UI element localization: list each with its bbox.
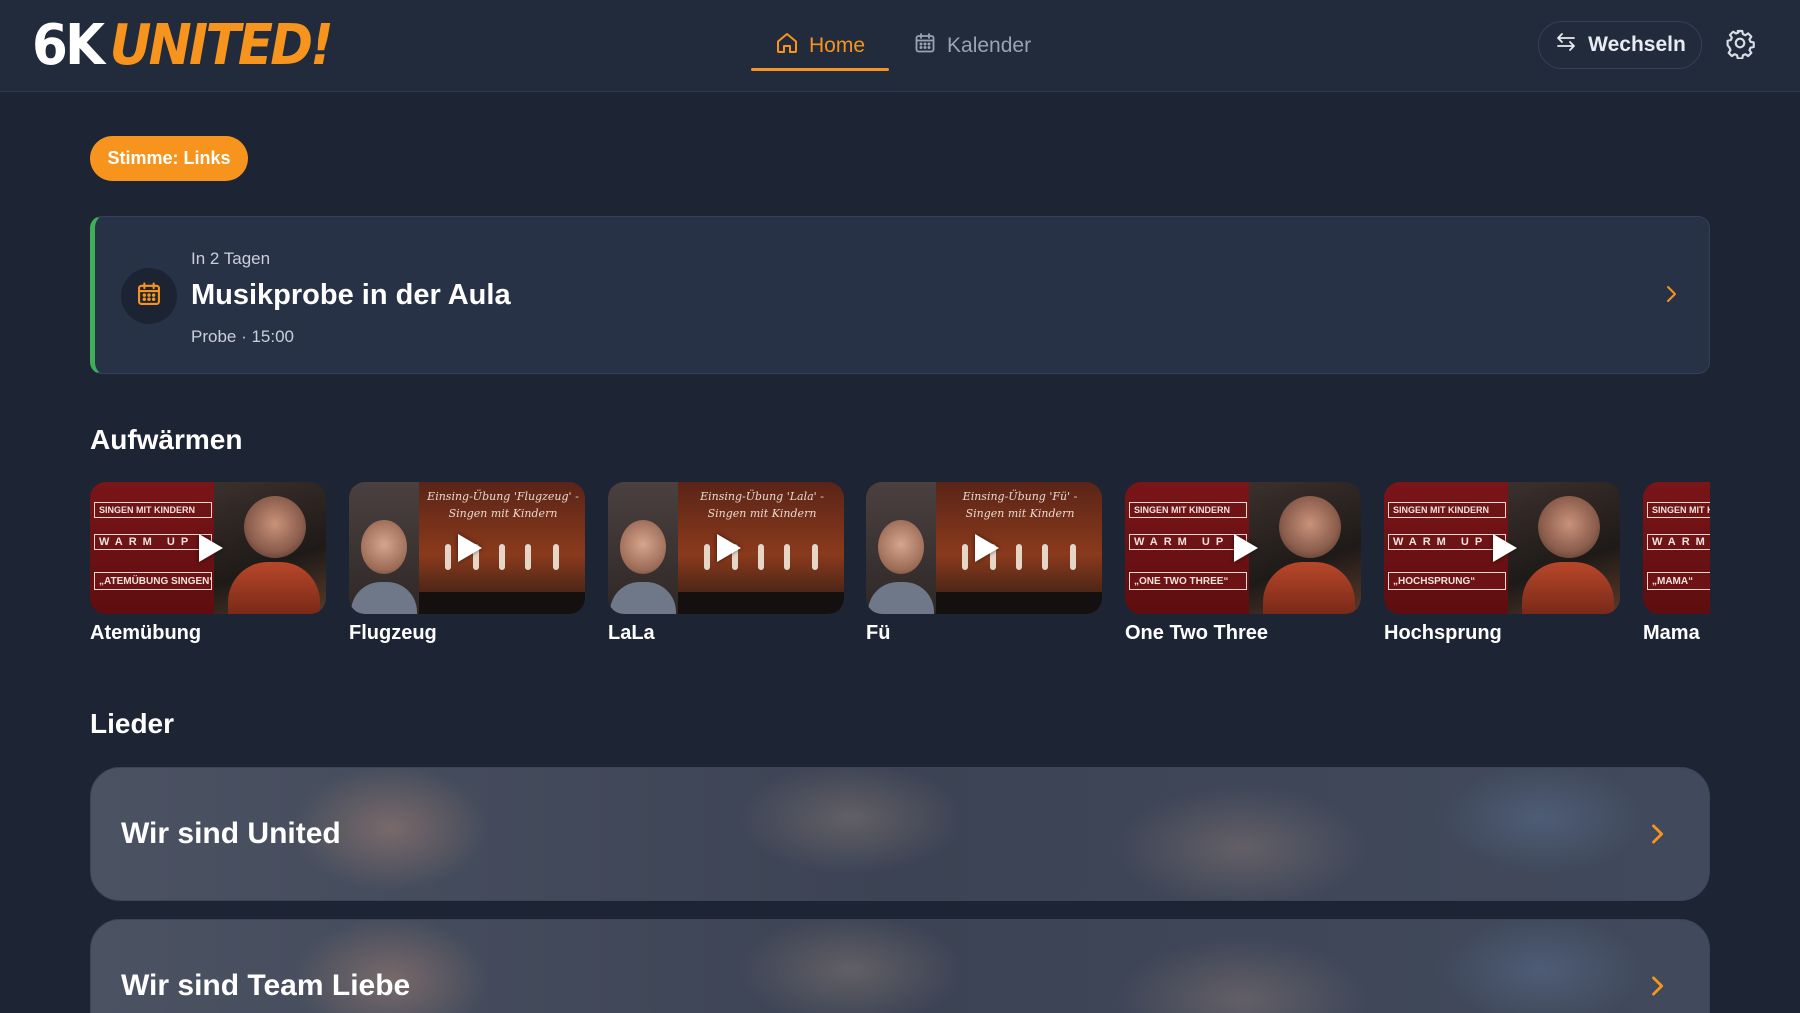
play-icon: [717, 534, 741, 562]
settings-button[interactable]: [1722, 27, 1758, 63]
video-thumbnail: SINGEN MIT KINDERN WARM UP „MAMA“: [1643, 482, 1710, 614]
play-icon: [1493, 534, 1517, 562]
thumb-banner-3: „HOCHSPRUNG“: [1388, 572, 1506, 590]
chevron-right-icon: [1659, 282, 1683, 306]
logo-part-6k: 6K: [32, 13, 105, 78]
calendar-icon: [135, 280, 163, 313]
logo-part-united: UNITED!: [109, 13, 334, 78]
top-bar: 6K UNITED! Home Kalender Wechseln: [0, 0, 1800, 92]
event-meta: Probe · 15:00: [191, 327, 295, 346]
thumb-banner-3: „ATEMÜBUNG SINGEN“: [94, 572, 212, 590]
warmup-section-title: Aufwärmen: [90, 424, 243, 455]
song-title: Wir sind Team Liebe: [121, 969, 411, 1002]
thumb-banner-1: SINGEN MIT KINDERN: [1129, 502, 1247, 518]
voice-chip[interactable]: Stimme: Links: [90, 136, 248, 181]
warmup-video-flugzeug[interactable]: Einsing-Übung 'Flugzeug' - Singen mit Ki…: [349, 482, 585, 645]
event-title: Musikprobe in der Aula: [191, 279, 511, 311]
switch-button[interactable]: Wechseln: [1538, 21, 1702, 69]
warmup-video-fue[interactable]: Einsing-Übung 'Fü' - Singen mit Kindern …: [866, 482, 1102, 645]
thumb-banner-2: WARM UP: [1129, 534, 1247, 550]
video-label: Fü: [866, 622, 891, 644]
song-card-wir-sind-team-liebe[interactable]: Wir sind Team Liebe: [90, 919, 1710, 1013]
video-label: Flugzeug: [349, 622, 437, 644]
main-nav: Home Kalender: [751, 0, 1055, 92]
warmup-video-mama[interactable]: SINGEN MIT KINDERN WARM UP „MAMA“ Mama: [1643, 482, 1710, 645]
video-thumbnail: Einsing-Übung 'Flugzeug' - Singen mit Ki…: [349, 482, 585, 614]
thumb-caption: Einsing-Übung 'Fü' - Singen mit Kindern: [962, 490, 1078, 520]
switch-button-label: Wechseln: [1588, 33, 1686, 56]
warmup-video-hochsprung[interactable]: SINGEN MIT KINDERN WARM UP „HOCHSPRUNG“ …: [1384, 482, 1620, 645]
thumb-caption: Einsing-Übung 'Lala' - Singen mit Kinder…: [700, 490, 824, 520]
warmup-video-lala[interactable]: Einsing-Übung 'Lala' - Singen mit Kinder…: [608, 482, 844, 645]
video-thumbnail: SINGEN MIT KINDERN WARM UP „ATEMÜBUNG SI…: [90, 482, 326, 614]
song-title: Wir sind United: [121, 817, 341, 850]
video-label: Atemübung: [90, 622, 202, 644]
thumb-banner-1: SINGEN MIT KINDERN: [1647, 502, 1710, 518]
video-thumbnail: Einsing-Übung 'Lala' - Singen mit Kinder…: [608, 482, 844, 614]
warmup-video-one-two-three[interactable]: SINGEN MIT KINDERN WARM UP „ONE TWO THRE…: [1125, 482, 1361, 645]
songs-section-title: Lieder: [90, 708, 175, 739]
video-label: Mama: [1643, 622, 1700, 644]
play-icon: [975, 534, 999, 562]
calendar-icon: [913, 31, 937, 61]
chevron-right-icon: [1643, 820, 1671, 848]
thumb-banner-3: „ONE TWO THREE“: [1129, 572, 1247, 590]
thumb-banner-2: WARM UP: [94, 534, 212, 550]
thumb-banner-1: SINGEN MIT KINDERN: [1388, 502, 1506, 518]
play-icon: [1234, 534, 1258, 562]
tab-home-label: Home: [809, 34, 866, 57]
tab-kalender[interactable]: Kalender: [889, 0, 1055, 92]
swap-arrows-icon: [1554, 30, 1578, 60]
app-logo[interactable]: 6K UNITED!: [32, 13, 334, 78]
chevron-right-icon: [1643, 972, 1671, 1000]
video-label: One Two Three: [1125, 622, 1268, 644]
tab-kalender-label: Kalender: [947, 34, 1032, 57]
warmup-video-atemuebung[interactable]: SINGEN MIT KINDERN WARM UP „ATEMÜBUNG SI…: [90, 482, 326, 645]
video-thumbnail: SINGEN MIT KINDERN WARM UP „ONE TWO THRE…: [1125, 482, 1361, 614]
home-icon: [775, 31, 799, 61]
warmup-carousel[interactable]: SINGEN MIT KINDERN WARM UP „ATEMÜBUNG SI…: [90, 482, 1710, 652]
play-icon: [199, 534, 223, 562]
event-icon-circle: [121, 268, 177, 324]
video-thumbnail: SINGEN MIT KINDERN WARM UP „HOCHSPRUNG“: [1384, 482, 1620, 614]
song-card-wir-sind-united[interactable]: Wir sind United: [90, 767, 1710, 901]
video-label: Hochsprung: [1384, 622, 1502, 644]
gear-icon: [1724, 27, 1756, 64]
next-event-card[interactable]: In 2 Tagen Musikprobe in der Aula Probe …: [90, 216, 1710, 374]
thumb-banner-1: SINGEN MIT KINDERN: [94, 502, 212, 518]
tab-home[interactable]: Home: [751, 0, 890, 92]
event-relative-date: In 2 Tagen: [191, 249, 271, 268]
thumb-banner-3: „MAMA“: [1647, 572, 1710, 590]
play-icon: [458, 534, 482, 562]
thumb-caption: Einsing-Übung 'Flugzeug' - Singen mit Ki…: [427, 490, 579, 520]
thumb-banner-2: WARM UP: [1647, 534, 1710, 550]
thumb-banner-2: WARM UP: [1388, 534, 1506, 550]
video-thumbnail: Einsing-Übung 'Fü' - Singen mit Kindern: [866, 482, 1102, 614]
video-label: LaLa: [608, 622, 655, 644]
